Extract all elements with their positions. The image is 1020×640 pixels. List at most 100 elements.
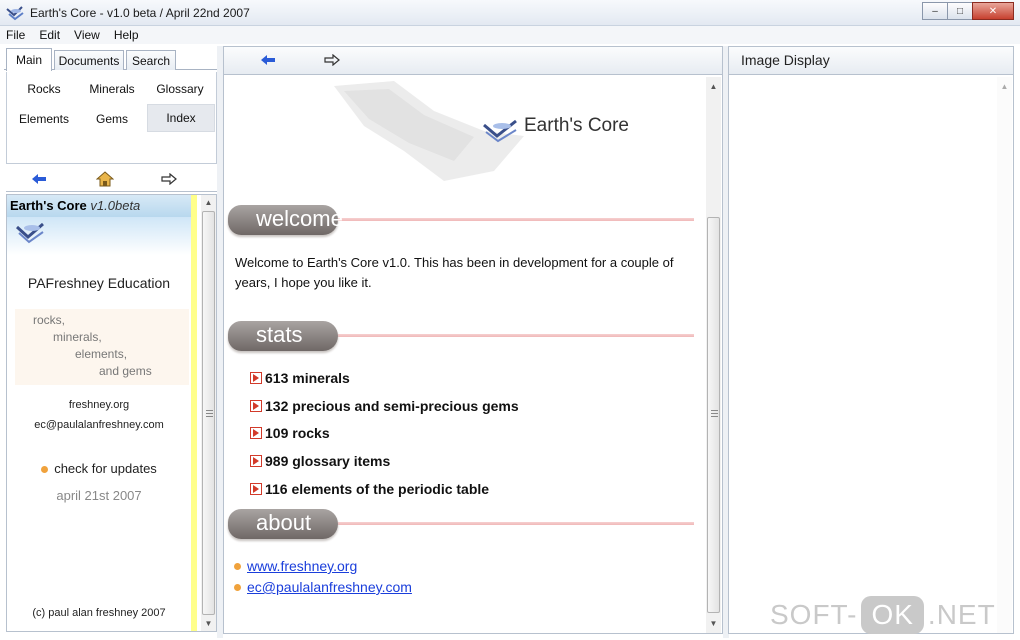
section-heading-stats: stats bbox=[228, 321, 338, 351]
forward-arrow-icon bbox=[161, 173, 177, 185]
back-button[interactable] bbox=[28, 170, 50, 188]
section-heading-welcome: welcome bbox=[228, 205, 343, 235]
email-text[interactable]: ec@paulalanfreshney.com bbox=[7, 419, 191, 431]
site-watermark: SOFT- OK .NET bbox=[770, 594, 996, 636]
grip-icon bbox=[206, 410, 213, 417]
main-panel: Earth's Core welcome Welcome to Earth's … bbox=[223, 46, 723, 634]
check-updates-label: check for updates bbox=[54, 461, 157, 476]
section-about: about bbox=[228, 509, 698, 543]
left-content-page: Earth's Core v1.0beta PAFreshney Educati… bbox=[7, 195, 197, 631]
bullet-icon bbox=[234, 583, 241, 591]
menu-help[interactable]: Help bbox=[114, 28, 139, 42]
bullet-icon bbox=[41, 466, 49, 474]
tab-search[interactable]: Search bbox=[126, 50, 176, 70]
window-controls: – □ ✕ bbox=[922, 2, 1014, 20]
left-tabs: Main Documents Search bbox=[4, 46, 217, 71]
app-logo-icon bbox=[6, 6, 24, 21]
scroll-down-arrow-icon[interactable]: ▼ bbox=[706, 616, 721, 631]
email-link-label: ec@paulalanfreshney.com bbox=[247, 579, 412, 595]
scroll-down-arrow-icon[interactable]: ▼ bbox=[201, 616, 216, 631]
menu-edit[interactable]: Edit bbox=[39, 28, 60, 42]
section-heading-about: about bbox=[228, 509, 338, 539]
topic-minerals: minerals, bbox=[53, 330, 102, 344]
main-scrollbar[interactable]: ▲ ▼ bbox=[706, 77, 721, 633]
minimize-button[interactable]: – bbox=[922, 2, 948, 20]
website-text[interactable]: freshney.org bbox=[7, 399, 191, 411]
email-link[interactable]: ec@paulalanfreshney.com bbox=[234, 579, 412, 595]
left-scrollbar[interactable]: ▲ ▼ bbox=[201, 195, 216, 631]
maximize-icon: □ bbox=[956, 5, 964, 17]
home-button[interactable] bbox=[94, 170, 116, 188]
menu-file[interactable]: File bbox=[6, 28, 25, 42]
website-link[interactable]: www.freshney.org bbox=[234, 558, 357, 574]
left-nav-toolbar bbox=[6, 166, 217, 192]
minimize-icon: – bbox=[932, 5, 938, 17]
stat-label: 109 rocks bbox=[265, 425, 330, 441]
main-toolbar bbox=[224, 47, 722, 75]
left-content-pane: Earth's Core v1.0beta PAFreshney Educati… bbox=[6, 194, 217, 632]
forward-button[interactable] bbox=[158, 170, 180, 188]
stat-arrow-icon bbox=[250, 400, 262, 412]
section-stats: stats bbox=[228, 321, 698, 355]
tab-main[interactable]: Main bbox=[6, 48, 52, 71]
back-arrow-icon bbox=[32, 174, 46, 184]
scroll-up-arrow-icon[interactable]: ▲ bbox=[201, 195, 216, 210]
forward-arrow-icon bbox=[324, 53, 340, 67]
welcome-paragraph: Welcome to Earth's Core v1.0. This has b… bbox=[235, 255, 674, 290]
nav-minerals[interactable]: Minerals bbox=[79, 76, 145, 102]
main-back-button[interactable] bbox=[260, 54, 276, 69]
site-watermark-badge: OK bbox=[861, 596, 924, 634]
stat-item: 613 minerals bbox=[250, 370, 350, 386]
nav-glossary[interactable]: Glossary bbox=[147, 76, 213, 102]
scroll-up-arrow-icon[interactable]: ▲ bbox=[706, 79, 721, 94]
grip-icon bbox=[711, 410, 718, 417]
topic-elements: elements, bbox=[75, 347, 128, 361]
section-divider bbox=[328, 218, 694, 221]
app-heading-version: v1.0beta bbox=[90, 198, 141, 213]
stat-arrow-icon bbox=[250, 372, 262, 384]
site-watermark-suffix: .NET bbox=[927, 599, 996, 630]
main-content: Earth's Core welcome Welcome to Earth's … bbox=[224, 77, 705, 633]
nav-rocks[interactable]: Rocks bbox=[13, 76, 75, 102]
image-display-title: Image Display bbox=[729, 47, 1013, 75]
menu-bar: File Edit View Help bbox=[0, 26, 1020, 44]
title-bar: Earth's Core - v1.0 beta / April 22nd 20… bbox=[0, 0, 1020, 26]
close-button[interactable]: ✕ bbox=[972, 2, 1014, 20]
main-forward-button[interactable] bbox=[324, 53, 340, 69]
section-welcome: welcome bbox=[228, 205, 698, 239]
tab-documents[interactable]: Documents bbox=[54, 50, 124, 70]
scroll-thumb[interactable] bbox=[202, 211, 215, 615]
org-name: PAFreshney Education bbox=[27, 275, 171, 291]
topic-gems: and gems bbox=[99, 364, 152, 378]
menu-view[interactable]: View bbox=[74, 28, 100, 42]
earths-core-logo-icon bbox=[15, 222, 44, 244]
stat-item: 132 precious and semi-precious gems bbox=[250, 398, 519, 414]
left-panel: Main Documents Search Rocks Minerals Glo… bbox=[4, 46, 217, 634]
nav-gems[interactable]: Gems bbox=[79, 106, 145, 132]
section-divider bbox=[328, 522, 694, 525]
stat-label: 132 precious and semi-precious gems bbox=[265, 398, 519, 414]
stat-arrow-icon bbox=[250, 455, 262, 467]
nav-elements[interactable]: Elements bbox=[13, 106, 75, 132]
nav-index[interactable]: Index bbox=[147, 104, 215, 132]
stat-item: 109 rocks bbox=[250, 425, 330, 441]
stat-label: 989 glossary items bbox=[265, 453, 391, 469]
site-watermark-prefix: SOFT- bbox=[770, 599, 858, 630]
stat-arrow-icon bbox=[250, 427, 262, 439]
back-arrow-icon bbox=[261, 55, 275, 65]
stat-arrow-icon bbox=[250, 483, 262, 495]
stat-item: 116 elements of the periodic table bbox=[250, 481, 489, 497]
nav-grid: Rocks Minerals Glossary Elements Gems In… bbox=[6, 72, 217, 164]
maximize-button[interactable]: □ bbox=[947, 2, 973, 20]
earths-core-logo-icon bbox=[483, 119, 517, 143]
website-link-label: www.freshney.org bbox=[247, 558, 358, 574]
check-updates-link[interactable]: check for updates bbox=[7, 461, 191, 476]
stat-label: 613 minerals bbox=[265, 370, 350, 386]
image-scrollbar[interactable]: ▲ bbox=[997, 77, 1012, 633]
stat-item: 989 glossary items bbox=[250, 453, 390, 469]
app-heading-name: Earth's Core bbox=[10, 198, 87, 213]
topic-rocks: rocks, bbox=[33, 313, 66, 327]
section-divider bbox=[328, 334, 694, 337]
scroll-thumb[interactable] bbox=[707, 217, 720, 613]
scroll-up-arrow-icon[interactable]: ▲ bbox=[997, 79, 1012, 94]
